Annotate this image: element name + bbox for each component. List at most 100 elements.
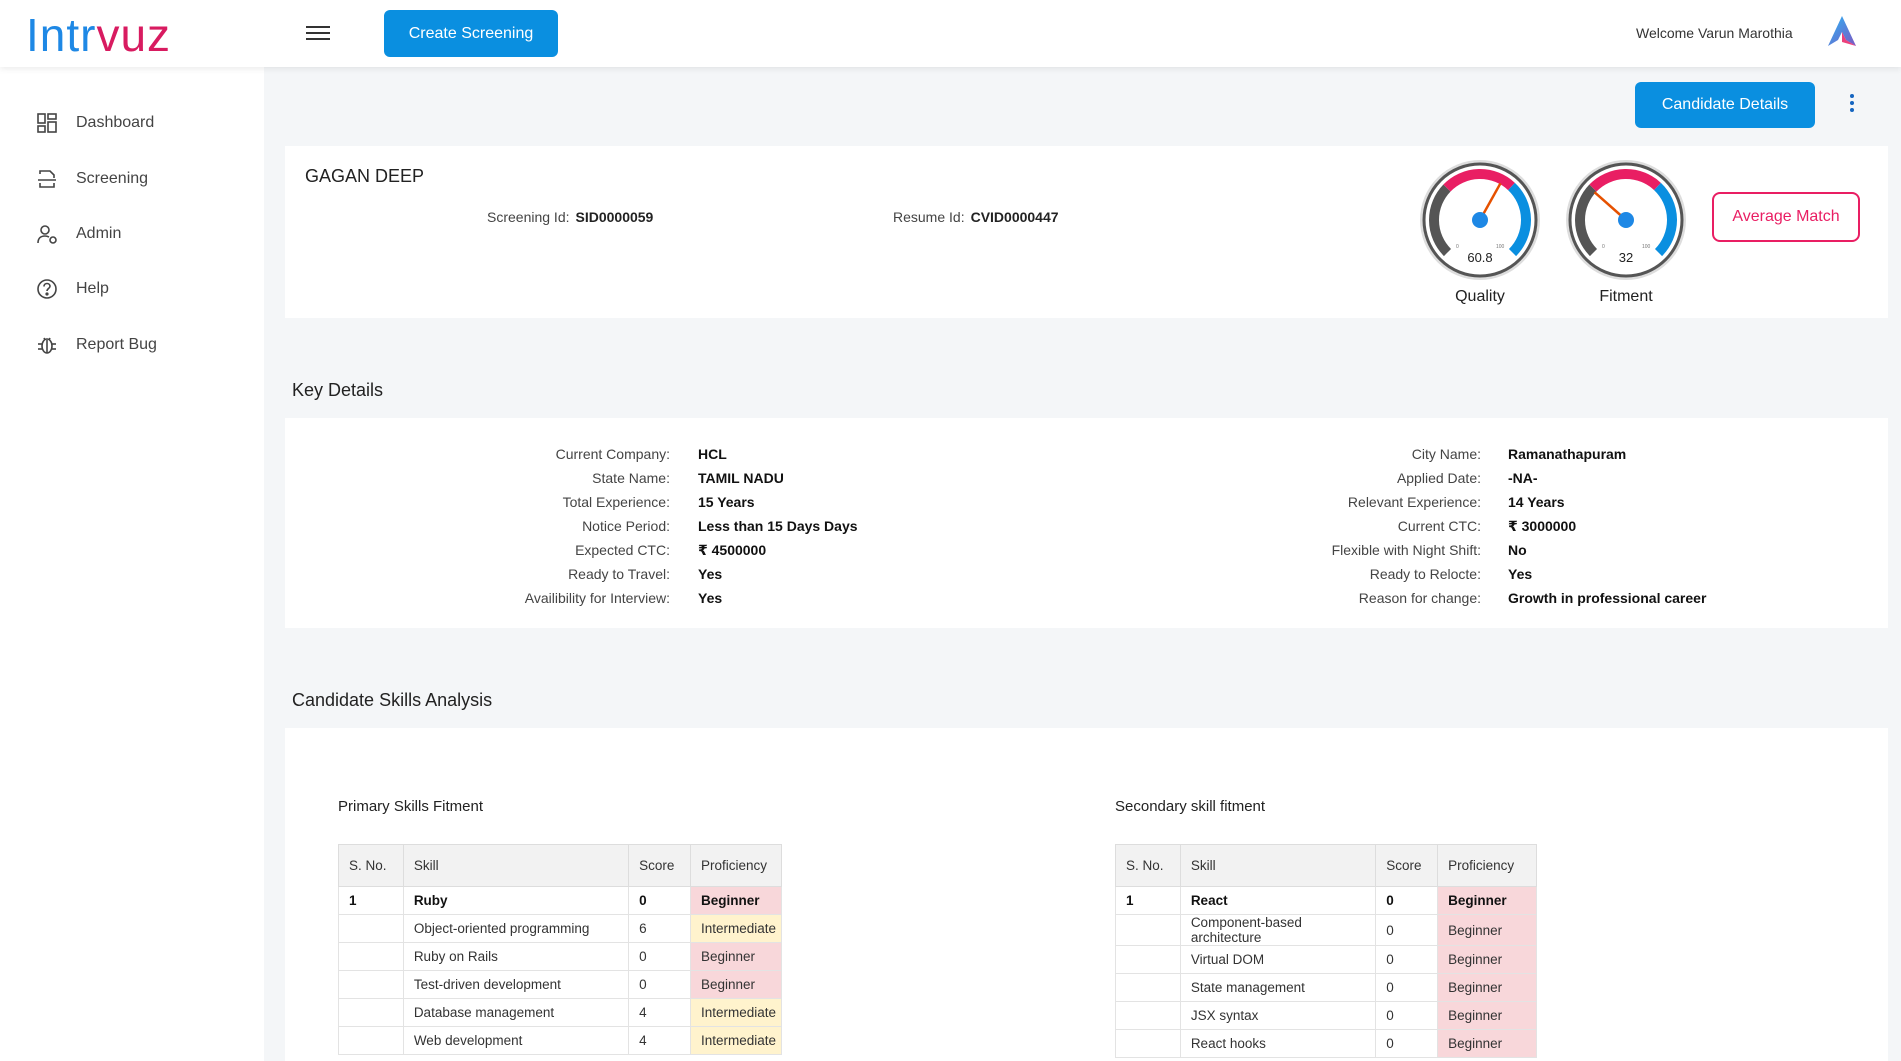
column-header[interactable]: Score [628,844,691,887]
cell-prof: Intermediate [690,998,782,1027]
key-detail-row: Current CTC: ₹ 3000000 [285,514,1885,538]
table-row: Web development 4 Intermediate [338,1026,782,1055]
secondary-skills-table: S. No. Skill Score Proficiency 1 React 0 Beginn… [1115,844,1537,1058]
key-details-title: Key Details [292,380,384,400]
key-detail-label: Current CTC: [1397,518,1481,534]
skills-analysis-title: Candidate Skills Analysis [292,690,493,710]
table-row: 1 Ruby 0 Beginner [338,886,782,915]
table-row: State management 0 Beginner [1115,973,1537,1002]
cell-skill: Ruby on Rails [402,942,630,971]
sidebar-item-admin[interactable]: Admin [36,219,121,249]
cell-skill: Virtual DOM [1179,945,1377,974]
cell-skill: React hooks [1179,1029,1377,1058]
key-detail-label: Flexible with Night Shift: [1331,542,1481,558]
column-header[interactable]: Proficiency [1437,844,1537,887]
key-details-card: Current Company: HCL State Name: TAMIL NADU… [285,418,1888,628]
column-header[interactable]: Skill [402,844,630,887]
cell-skill: JSX syntax [1179,1001,1377,1030]
quality-value: 60.8 [1467,250,1492,265]
column-header[interactable]: Skill [1179,844,1377,887]
column-header[interactable]: Score [1375,844,1439,887]
table-row: JSX syntax 0 Beginner [1115,1001,1537,1030]
column-header[interactable]: Proficiency [690,844,782,887]
primary-skills-table: S. No. Skill Score Proficiency 1 Ruby 0 Beginne… [338,844,782,1055]
key-detail-label: Relevant Experience: [1347,494,1481,510]
candidate-details-button[interactable]: Candidate Details [1635,82,1815,128]
sidebar-item-screening[interactable]: Screening [36,164,148,194]
column-header[interactable]: S. No. [338,844,404,887]
screening-id: Screening Id: SID0000059 [487,209,653,225]
cell-skill: Test-driven development [402,970,630,999]
key-detail-label: Ready to Relocte: [1369,566,1481,582]
resume-id: Resume Id: CVID0000447 [893,209,1059,225]
cell-prof: Beginner [1437,1029,1537,1058]
logo-text-2: vuz [96,9,172,61]
help-icon [37,279,57,299]
sidebar: Dashboard Screening Admin Help Report Bu… [0,67,264,1061]
cell-prof: Intermediate [690,1026,782,1055]
intrvuz-logo[interactable]: Intrvuz [26,8,171,62]
key-detail-value: No [1508,542,1527,558]
admin-icon [37,225,57,244]
cell-score: 0 [1375,1029,1439,1058]
fitment-gauge-min: 0 [1602,244,1605,250]
cell-sno [338,998,404,1027]
logo-text-1: Intr [26,9,97,61]
table-row: Object-oriented programming 6 Intermediate [338,914,782,943]
key-detail-row: Applied Date: -NA- [285,466,1885,490]
cell-score: 0 [628,886,691,915]
key-detail-value: 14 Years [1508,494,1565,510]
table-row: Component-based architecture 0 Beginner [1115,914,1537,946]
sidebar-label: Report Bug [76,336,157,353]
quality-gauge-min: 0 [1456,244,1459,250]
cell-sno: 1 [1115,886,1181,915]
fitment-gauge: 0 100 32 [1566,160,1686,280]
quality-gauge-max: 100 [1496,244,1505,250]
key-detail-row: Relevant Experience: 14 Years [285,490,1885,514]
column-header[interactable]: S. No. [1115,844,1181,887]
table-header-row: S. No. Skill Score Proficiency [1115,844,1537,887]
candidate-summary-card: GAGAN DEEP Screening Id: SID0000059 Resum… [285,146,1888,318]
cell-score: 4 [628,998,691,1027]
cell-skill: Database management [402,998,630,1027]
bug-icon [38,337,56,354]
fitment-gauge-max: 100 [1642,244,1651,250]
sidebar-label: Admin [76,225,122,242]
primary-skills-title: Primary Skills Fitment [338,798,484,815]
dashboard-icon [37,113,57,133]
secondary-skills-title: Secondary skill fitment [1115,798,1266,815]
key-detail-label: Applied Date: [1396,470,1481,486]
key-detail-row: City Name: Ramanathapuram [285,442,1885,466]
cell-prof: Beginner [1437,1001,1537,1030]
sidebar-label: Help [76,280,109,297]
cell-sno [1115,973,1181,1002]
key-detail-value: Ramanathapuram [1508,446,1627,462]
cell-sno [338,1026,404,1055]
resume-id-label: Resume Id: [893,209,965,225]
cell-sno [338,914,404,943]
cell-skill: Component-based architecture [1179,914,1377,946]
cell-score: 0 [628,942,691,971]
cell-sno [1115,945,1181,974]
screening-icon [38,170,56,188]
table-row: Virtual DOM 0 Beginner [1115,945,1537,974]
cell-sno [338,942,404,971]
key-detail-value: Growth in professional career [1508,590,1707,606]
cell-sno [338,970,404,999]
quality-gauge: 0 100 60.8 [1420,160,1540,280]
create-screening-button[interactable]: Create Screening [384,10,558,57]
average-match-button[interactable]: Average Match [1712,192,1860,242]
more-options-icon[interactable] [1846,92,1858,116]
sidebar-item-report-bug[interactable]: Report Bug [36,330,157,360]
cell-sno [1115,914,1181,946]
cell-sno [1115,1029,1181,1058]
sidebar-label: Dashboard [76,114,155,131]
brand-icon[interactable] [1824,14,1860,50]
key-detail-row: Ready to Relocte: Yes [285,562,1885,586]
key-detail-label: Reason for change: [1358,590,1481,606]
sidebar-item-help[interactable]: Help [36,274,109,304]
cell-prof: Beginner [1437,973,1537,1002]
menu-icon[interactable] [306,22,330,42]
sidebar-item-dashboard[interactable]: Dashboard [36,108,154,138]
table-row: Ruby on Rails 0 Beginner [338,942,782,971]
